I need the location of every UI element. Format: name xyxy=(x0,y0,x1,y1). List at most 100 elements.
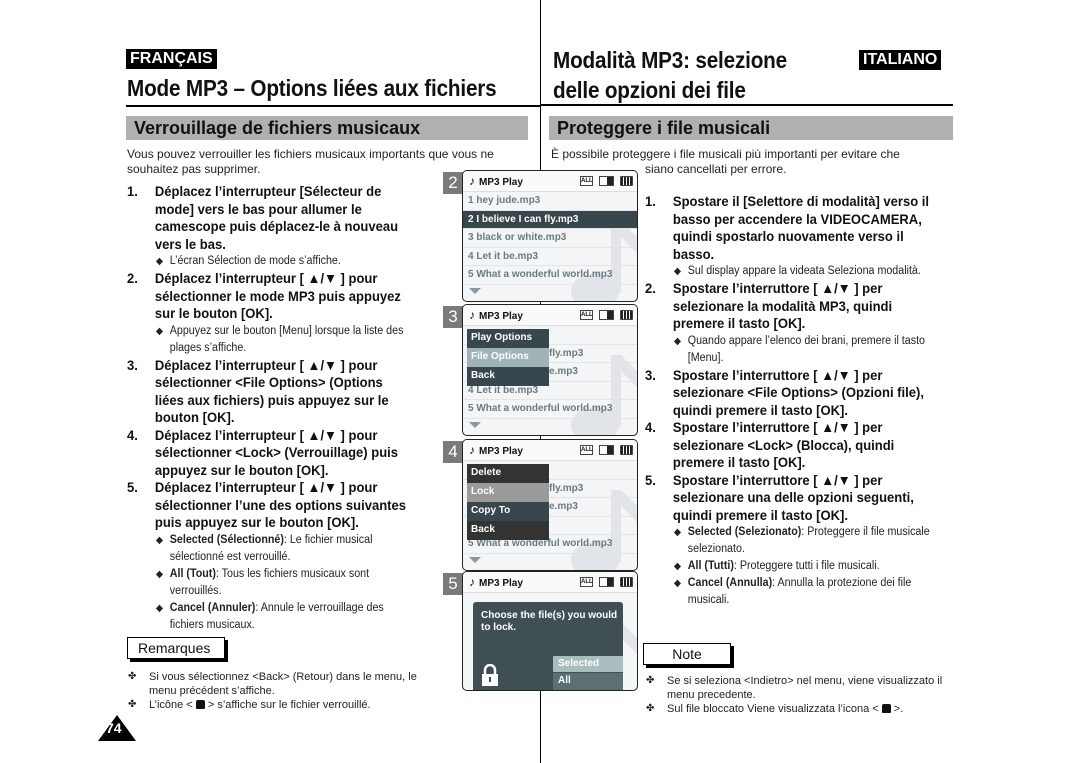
screen-step-number: 2 xyxy=(443,172,463,194)
track-row[interactable]: 1 hey jude.mp3 xyxy=(463,192,637,211)
step-bullet: ◆ Selected (Selezionato): Proteggere il f… xyxy=(645,524,938,558)
clover-bullet-icon: ✤ xyxy=(646,675,655,686)
screen-title: MP3 Play xyxy=(479,578,523,589)
music-note-icon: ♪ xyxy=(469,308,475,322)
menu-item[interactable]: Back xyxy=(467,521,549,540)
screen-title: MP3 Play xyxy=(479,177,523,188)
menu-item[interactable]: Copy To xyxy=(467,502,549,521)
diamond-bullet-icon: ◆ xyxy=(155,325,163,337)
step-number: 3. xyxy=(645,366,656,383)
note-text: L’icône < xyxy=(149,699,196,711)
step-number: 5. xyxy=(127,479,138,495)
battery-icon xyxy=(620,445,633,455)
step-number: 4. xyxy=(127,426,138,443)
dialog-message: Choose the file(s) you would to lock. xyxy=(481,610,618,633)
track-row[interactable]: 5 What a wonderful world.mp3 xyxy=(463,266,637,285)
step-item: 1. Spostare il [Selettore di modalità] ve… xyxy=(645,193,938,263)
track-row[interactable]: 4 Let it be.mp3 xyxy=(463,248,637,266)
steps-list-french: 1. Déplacez l’interrupteur [Sélecteur de … xyxy=(127,183,427,634)
diamond-bullet-icon: ◆ xyxy=(673,266,681,277)
language-badge-italian: ITALIANO xyxy=(859,50,942,70)
scroll-down-arrow-icon[interactable] xyxy=(469,421,481,428)
step-bullet: ◆ L’écran Sélection de mode s’affiche. xyxy=(127,253,406,270)
step-bullet: ◆ Cancel (Annuler): Annule le verrouillag… xyxy=(127,600,406,634)
steps-list-italian: 1. Spostare il [Selettore di modalità] ve… xyxy=(645,193,960,609)
track-row[interactable]: 3 black or white.mp3 xyxy=(463,229,637,248)
step-bullet: ◆ All (Tutti): Proteggere tutti i file mu… xyxy=(645,558,938,575)
diamond-bullet-icon: ◆ xyxy=(155,568,163,580)
status-icons: ALL xyxy=(580,577,633,587)
intro-text-italian-line1: È possibile proteggere i file musicali p… xyxy=(551,147,900,161)
file-menu: Play Options File Options Back xyxy=(467,329,549,386)
repeat-all-icon: ALL xyxy=(580,445,593,455)
step-text: Spostare l’interruttore [ ▲/▼ ] per sele… xyxy=(672,419,895,470)
menu-item[interactable]: Play Options xyxy=(467,329,549,348)
note-item: ✤ Se si seleziona <Indietro> nel menu, vi… xyxy=(643,674,963,702)
clover-bullet-icon: ✤ xyxy=(128,699,137,710)
language-badge-french: FRANÇAIS xyxy=(126,49,217,69)
diamond-bullet-icon: ◆ xyxy=(673,335,681,347)
bullet-term: Selected (Sélectionné) xyxy=(169,533,284,546)
step-bullet: ◆ Selected (Sélectionné): Le fichier musi… xyxy=(127,532,406,566)
step-item: 4. Déplacez l’interrupteur [ ▲/▼ ] pour s… xyxy=(127,427,406,480)
step-bullet: ◆ Cancel (Annulla): Annulla la protezione… xyxy=(645,575,938,609)
scroll-down-arrow-icon[interactable] xyxy=(469,287,481,294)
menu-item[interactable]: Delete xyxy=(467,464,549,483)
step-item: 1. Déplacez l’interrupteur [Sélecteur de … xyxy=(127,183,406,253)
battery-icon xyxy=(620,577,633,587)
bullet-term: All (Tout) xyxy=(169,567,216,580)
step-item: 4. Spostare l’interruttore [ ▲/▼ ] per se… xyxy=(645,419,938,472)
bullet-term: Cancel (Annulla) xyxy=(687,577,773,589)
screen-header: ♪ MP3 Play ALL xyxy=(463,440,637,461)
repeat-all-icon: ALL xyxy=(580,577,593,587)
note-text: Sul file bloccato Viene visualizzata l’i… xyxy=(667,703,882,715)
diamond-bullet-icon: ◆ xyxy=(155,256,163,267)
dialog-option[interactable]: Cancel xyxy=(553,689,623,690)
screen-header: ♪ MP3 Play ALL xyxy=(463,305,637,326)
bullet-text: Appuyez sur le bouton [Menu] lorsque la … xyxy=(169,324,404,354)
step-number: 1. xyxy=(645,193,656,209)
note-text: >. xyxy=(890,703,904,715)
repeat-all-icon: ALL xyxy=(580,310,593,320)
diamond-bullet-icon: ◆ xyxy=(673,561,681,572)
screen-header: ♪ MP3 Play ALL xyxy=(463,572,637,593)
mp3-screen: ♪ MP3 Play ALL fly.mp3 e.mp3 5 What a wonderf… xyxy=(462,439,638,571)
section-heading-italian: Proteggere i file musicali xyxy=(549,116,953,140)
step-text: Spostare l’interruttore [ ▲/▼ ] per sele… xyxy=(672,366,924,418)
note-item: ✤ L’icône < > s’affiche sur le fichier ve… xyxy=(125,698,445,712)
music-note-icon: ♪ xyxy=(469,174,475,188)
screen-step-number: 3 xyxy=(443,306,463,328)
step-text: Déplacez l’interrupteur [Sélecteur de mo… xyxy=(154,183,399,252)
memory-in-icon xyxy=(599,445,614,455)
bullet-text: Quando appare l’elenco dei brani, premer… xyxy=(687,334,926,364)
menu-item[interactable]: Back xyxy=(467,367,549,386)
step-text: Spostare l’interruttore [ ▲/▼ ] per sele… xyxy=(672,471,914,523)
diamond-bullet-icon: ◆ xyxy=(155,602,163,614)
lock-dialog: Choose the file(s) you would to lock. Sel… xyxy=(473,602,623,690)
step-text: Déplacez l’interrupteur [ ▲/▼ ] pour sél… xyxy=(154,270,401,321)
memory-in-icon xyxy=(599,310,614,320)
step-item: 5. Déplacez l’interrupteur [ ▲/▼ ] pour s… xyxy=(127,479,406,532)
memory-in-icon xyxy=(599,176,614,186)
track-row[interactable]: 2 I believe I can fly.mp3 xyxy=(463,210,637,229)
menu-item[interactable]: File Options xyxy=(467,348,549,367)
step-bullet: ◆ Sul display appare la videata Seleziona… xyxy=(645,263,938,280)
file-options-menu: Delete Lock Copy To Back xyxy=(467,464,549,540)
dialog-option[interactable]: All xyxy=(553,672,623,689)
step-number: 5. xyxy=(645,471,656,488)
menu-item[interactable]: Lock xyxy=(467,483,549,502)
scroll-down-arrow-icon[interactable] xyxy=(469,556,481,563)
step-text: Déplacez l’interrupteur [ ▲/▼ ] pour sél… xyxy=(154,356,389,426)
bullet-text: : Proteggere tutti i file musicali. xyxy=(733,560,880,572)
music-note-icon: ♪ xyxy=(469,575,475,589)
page-title-french: Mode MP3 – Options liées aux fichiers xyxy=(127,75,497,101)
page-number: 74 xyxy=(106,720,122,736)
notes-label-italian: Note xyxy=(643,643,731,665)
step-item: 3. Déplacez l’interrupteur [ ▲/▼ ] pour s… xyxy=(127,357,406,427)
dialog-option[interactable]: Selected xyxy=(553,656,623,672)
status-icons: ALL xyxy=(580,445,633,455)
step-text: Déplacez l’interrupteur [ ▲/▼ ] pour sél… xyxy=(154,479,406,530)
track-row[interactable]: 5 What a wonderful world.mp3 xyxy=(463,400,637,419)
notes-list-french: ✤ Si vous sélectionnez <Back> (Retour) da… xyxy=(125,670,445,712)
diamond-bullet-icon: ◆ xyxy=(155,534,163,546)
